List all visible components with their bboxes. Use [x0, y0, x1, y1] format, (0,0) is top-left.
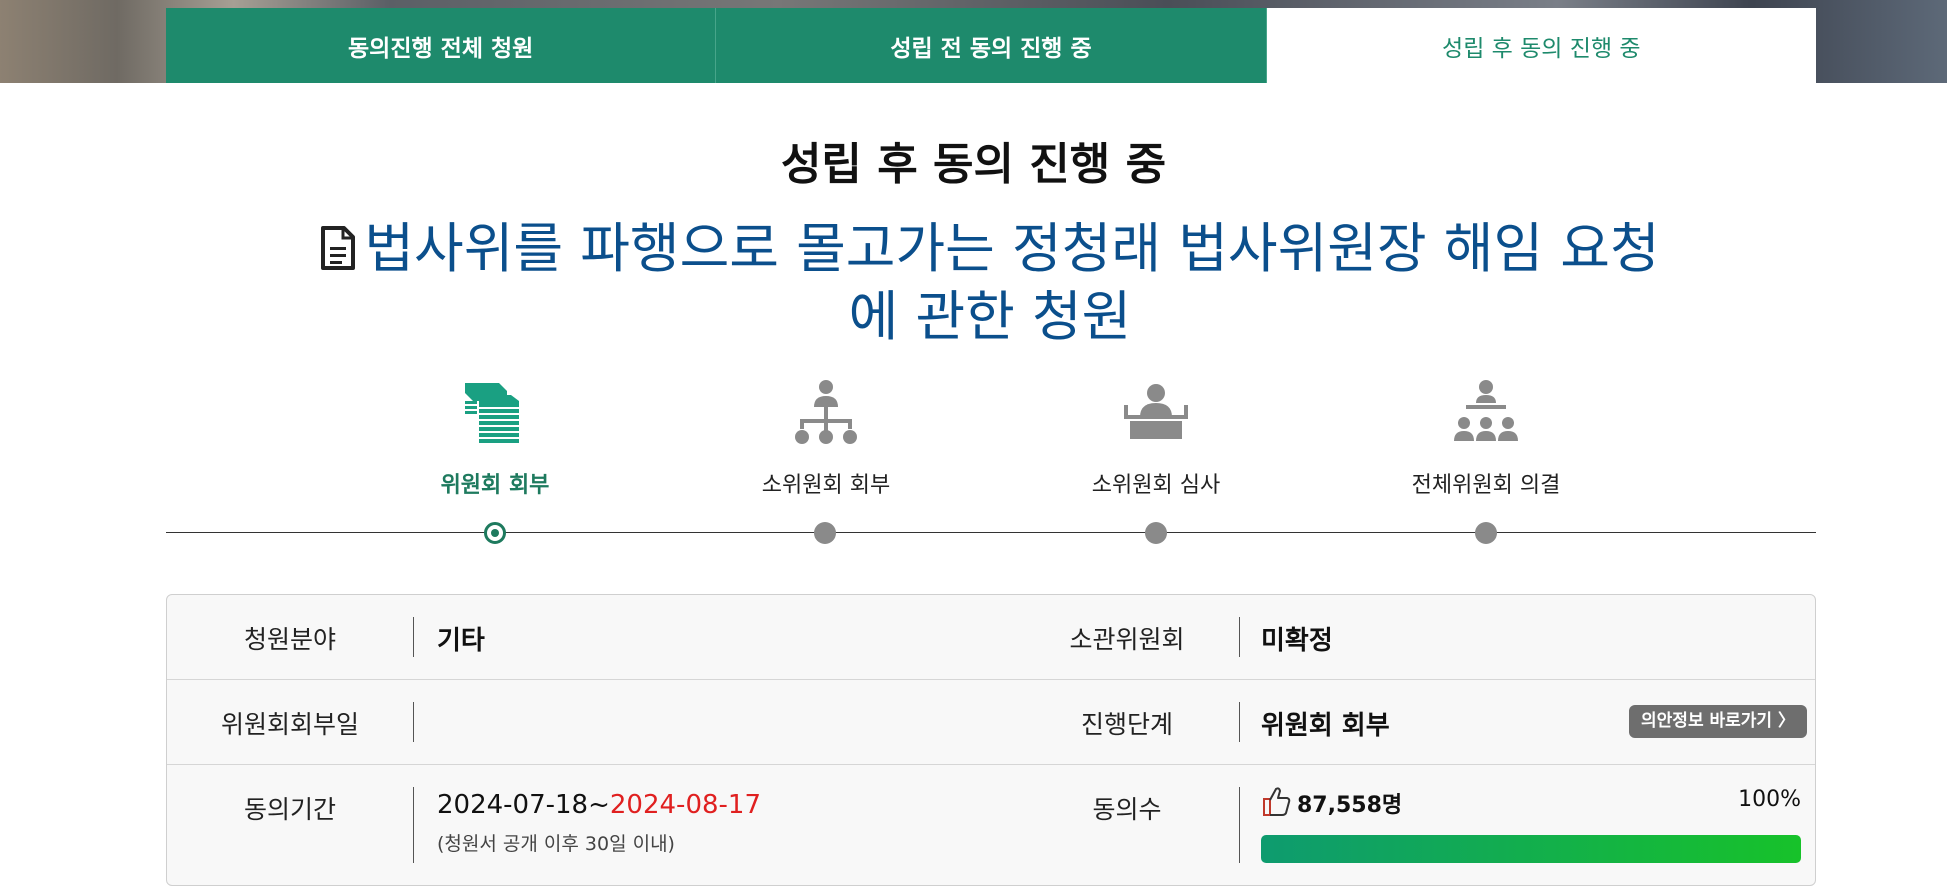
petition-title-line2: 에 관한 청원 — [848, 285, 1132, 348]
petition-title: 법사위를 파행으로 몰고가는 정청래 법사위원장 해임 요청 에 관한 청원 — [310, 215, 1670, 351]
step-label: 위원회 회부 — [440, 473, 550, 498]
section-title: 성립 후 동의 진행 중 — [780, 139, 1167, 190]
audience-meeting-icon — [1454, 380, 1518, 441]
divider — [1239, 702, 1240, 742]
period-end: 2024-08-17 — [609, 790, 761, 820]
tab-before-establishment[interactable]: 성립 전 동의 진행 중 — [716, 8, 1267, 83]
info-row-referral: 위원회회부일 진행단계 위원회 회부 의안정보 바로가기 〉 — [167, 680, 1815, 765]
agree-percent: 100% — [1738, 787, 1801, 812]
stacked-documents-icon — [465, 383, 519, 443]
agree-label: 동의수 — [1092, 795, 1162, 824]
petition-title-line1: 법사위를 파행으로 몰고가는 정청래 법사위원장 해임 요청 — [364, 217, 1660, 280]
step-label: 전체위원회 의결 — [1411, 473, 1561, 498]
divider — [1239, 617, 1240, 657]
divider — [413, 787, 414, 863]
step-marker — [1475, 522, 1497, 544]
info-row-field: 청원분야 기타 소관위원회 미확정 — [167, 595, 1815, 680]
field-value: 기타 — [437, 626, 485, 656]
period-label: 동의기간 — [243, 795, 336, 824]
field-label: 청원분야 — [243, 625, 336, 654]
progress-steps: 위원회 회부 소위원회 회부 소위원회 심사 전체위원회 의결 — [166, 375, 1816, 555]
stage-value: 위원회 회부 — [1261, 711, 1390, 741]
step-marker — [1145, 522, 1167, 544]
step-marker — [814, 522, 836, 544]
period-start: 2024-07-18~ — [437, 790, 610, 820]
step-subcommittee-review: 소위원회 심사 — [1036, 375, 1276, 499]
agree-progress-bar — [1261, 835, 1801, 863]
petition-status-tabs: 동의진행 전체 청원 성립 전 동의 진행 중 성립 후 동의 진행 중 — [166, 8, 1816, 83]
agree-count: 87,558명 — [1297, 793, 1403, 818]
stage-label: 진행단계 — [1080, 710, 1173, 739]
person-at-desk-icon — [1124, 384, 1188, 439]
tab-after-establishment[interactable]: 성립 후 동의 진행 중 — [1266, 8, 1816, 83]
step-subcommittee-referral: 소위원회 회부 — [706, 375, 946, 499]
info-row-period: 동의기간 2024-07-18~2024-08-17 (청원서 공개 이후 30… — [167, 765, 1815, 885]
step-full-committee-vote: 전체위원회 의결 — [1366, 375, 1606, 499]
period-note: (청원서 공개 이후 30일 이내) — [437, 833, 675, 855]
committee-value: 미확정 — [1261, 626, 1333, 656]
step-label: 소위원회 회부 — [761, 473, 891, 498]
step-marker-active — [484, 522, 506, 544]
bill-info-link-button[interactable]: 의안정보 바로가기 〉 — [1629, 705, 1807, 738]
document-icon — [321, 226, 356, 270]
divider — [413, 617, 414, 657]
petition-info-table: 청원분야 기타 소관위원회 미확정 위원회회부일 진행단계 위원회 회부 의안정… — [166, 594, 1816, 886]
tab-all-petitions[interactable]: 동의진행 전체 청원 — [166, 8, 717, 83]
referral-date-label: 위원회회부일 — [220, 710, 359, 739]
divider — [1239, 787, 1240, 863]
step-committee-referral: 위원회 회부 — [375, 375, 615, 499]
divider — [413, 702, 414, 742]
committee-label: 소관위원회 — [1069, 625, 1185, 654]
steps-timeline-line — [166, 532, 1816, 533]
agree-progress-fill — [1261, 835, 1801, 863]
period-value: 2024-07-18~2024-08-17 — [437, 790, 761, 820]
org-chart-person-icon — [795, 380, 857, 444]
step-label: 소위원회 심사 — [1091, 473, 1221, 498]
thumbs-up-icon — [1263, 787, 1291, 816]
